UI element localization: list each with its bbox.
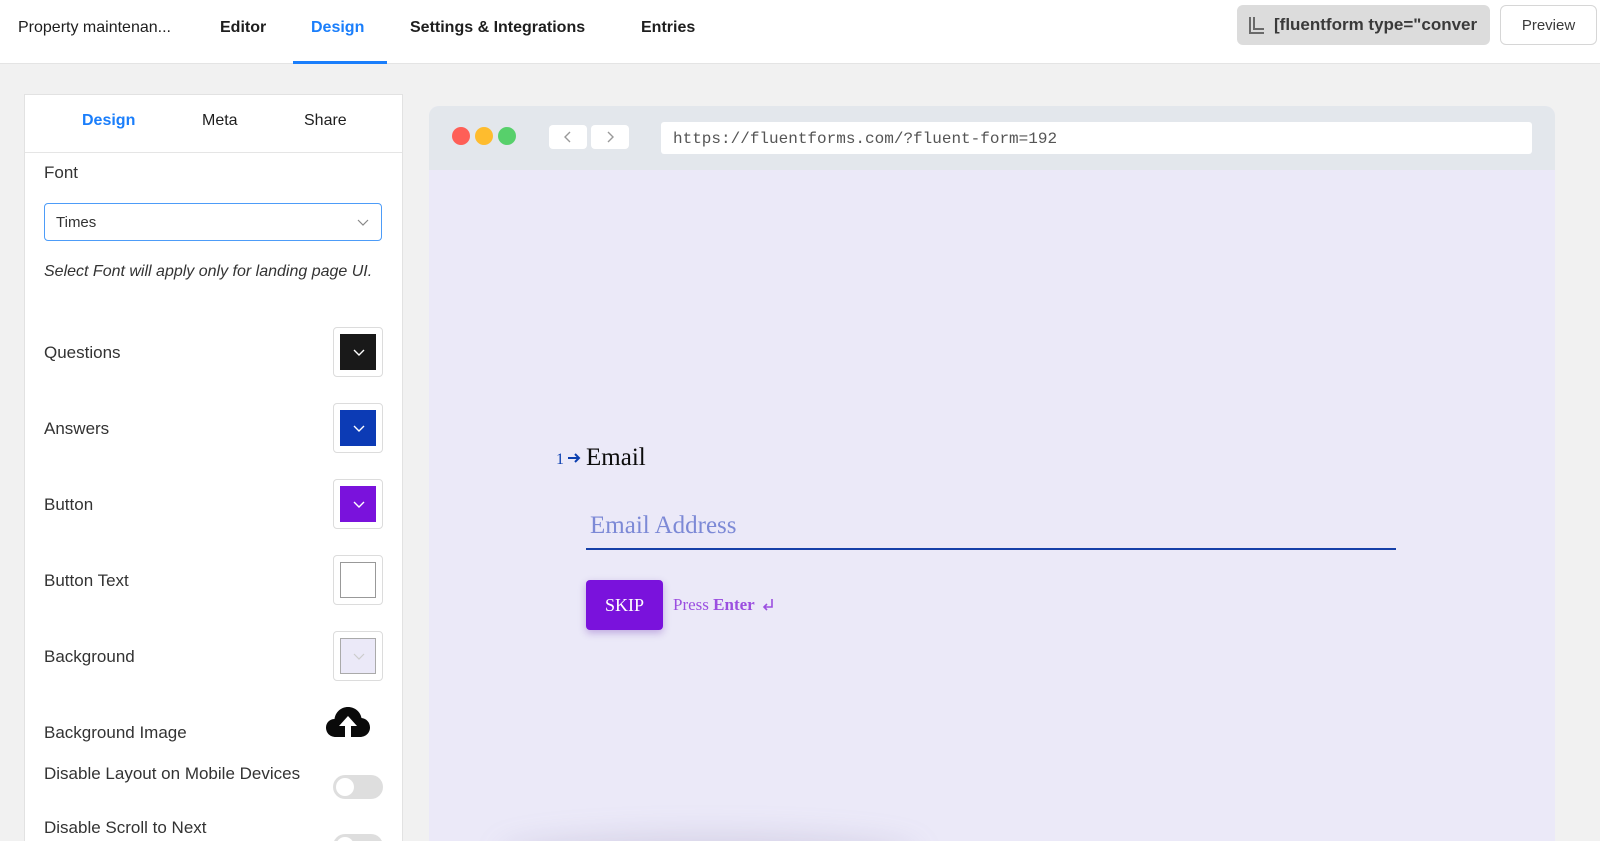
- answers-color-label: Answers: [44, 419, 110, 438]
- press-text: Press: [673, 595, 709, 614]
- preview-button[interactable]: Preview: [1500, 5, 1597, 45]
- press-enter-hint: Press Enter: [673, 595, 774, 615]
- copy-icon: [1249, 17, 1264, 34]
- cloud-upload-icon[interactable]: [325, 705, 371, 741]
- background-color-label: Background: [44, 647, 135, 666]
- top-bar: Property maintenan... Editor Design Sett…: [0, 0, 1600, 64]
- shortcode-copy-button[interactable]: [fluentform type="conver: [1237, 5, 1490, 45]
- button-color-picker[interactable]: [333, 479, 383, 529]
- tab-editor[interactable]: Editor: [220, 19, 266, 37]
- font-select[interactable]: Times: [44, 203, 382, 241]
- enter-text: Enter: [713, 595, 755, 614]
- browser-chrome: https://fluentforms.com/?fluent-form=192: [429, 106, 1555, 170]
- question-label: Email: [586, 444, 646, 471]
- enter-key-icon: [762, 599, 773, 611]
- questions-color-label: Questions: [44, 343, 121, 362]
- chevron-down-icon: [353, 425, 365, 432]
- questions-color-swatch: [340, 334, 376, 370]
- questions-color-picker[interactable]: [333, 327, 383, 377]
- button-color-label: Button: [44, 495, 94, 514]
- tab-entries[interactable]: Entries: [641, 19, 695, 37]
- subtab-design[interactable]: Design: [82, 112, 135, 130]
- email-input[interactable]: [586, 504, 1396, 550]
- disable-scroll-label: Disable Scroll to Next: [44, 818, 207, 837]
- decorative-shadow: [499, 834, 919, 841]
- tab-settings-integrations[interactable]: Settings & Integrations: [410, 19, 585, 37]
- minimize-dot-icon: [475, 127, 493, 145]
- chevron-down-icon: [357, 219, 369, 226]
- close-dot-icon: [452, 127, 470, 145]
- chevron-right-icon: [607, 131, 614, 143]
- answers-color-swatch: [340, 410, 376, 446]
- button-color-swatch: [340, 486, 376, 522]
- chevron-left-icon: [564, 131, 571, 143]
- active-tab-indicator: [293, 61, 387, 64]
- background-color-swatch: [340, 638, 376, 674]
- tab-design[interactable]: Design: [311, 19, 364, 37]
- url-text: https://fluentforms.com/?fluent-form=192: [673, 130, 1058, 148]
- font-select-value: Times: [56, 214, 97, 231]
- disable-scroll-toggle[interactable]: [333, 834, 383, 841]
- answers-color-picker[interactable]: [333, 403, 383, 453]
- skip-button[interactable]: SKIP: [586, 580, 663, 630]
- shortcode-text: [fluentform type="conver: [1274, 15, 1478, 34]
- sub-tabs: Design Meta Share: [25, 95, 402, 153]
- background-image-label: Background Image: [44, 723, 187, 742]
- chevron-down-icon: [353, 501, 365, 508]
- chevron-down-icon: [353, 349, 365, 356]
- arrow-right-icon: [568, 453, 581, 463]
- button-text-color-swatch: [340, 562, 376, 598]
- button-text-color-label: Button Text: [44, 571, 129, 590]
- background-color-picker[interactable]: [333, 631, 383, 681]
- question-number: 1: [556, 451, 564, 468]
- font-label: Font: [44, 163, 79, 182]
- subtab-share[interactable]: Share: [304, 112, 347, 130]
- disable-mobile-layout-toggle[interactable]: [333, 775, 383, 799]
- maximize-dot-icon: [498, 127, 516, 145]
- button-text-color-picker[interactable]: [333, 555, 383, 605]
- subtab-meta[interactable]: Meta: [202, 112, 238, 130]
- form-preview-browser: https://fluentforms.com/?fluent-form=192…: [429, 106, 1555, 841]
- font-hint: Select Font will apply only for landing …: [44, 263, 373, 280]
- back-button[interactable]: [549, 125, 587, 149]
- disable-mobile-layout-label: Disable Layout on Mobile Devices: [44, 764, 301, 783]
- chevron-down-icon: [353, 653, 365, 660]
- form-title[interactable]: Property maintenan...: [18, 19, 171, 37]
- address-bar[interactable]: https://fluentforms.com/?fluent-form=192: [661, 122, 1532, 154]
- design-settings-panel: Design Meta Share Font Times Select Font…: [24, 94, 403, 841]
- forward-button[interactable]: [591, 125, 629, 149]
